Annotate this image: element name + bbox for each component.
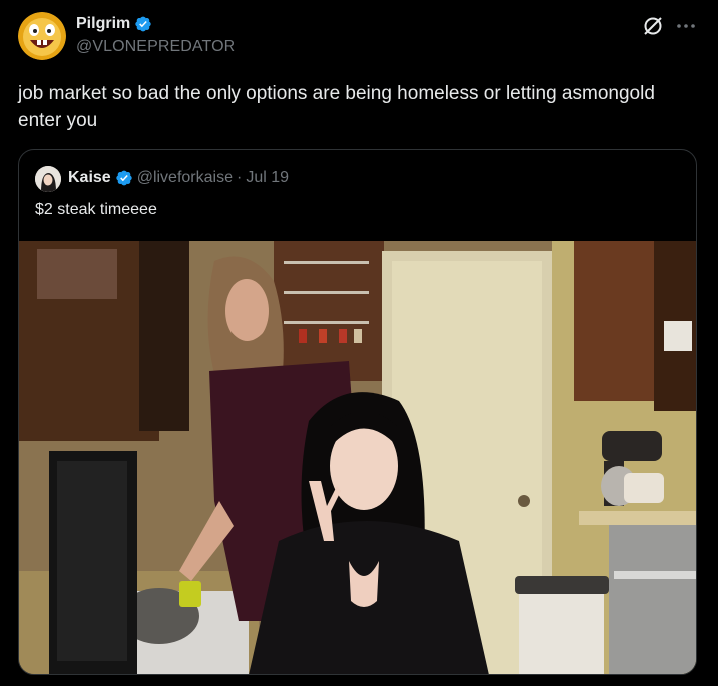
quoted-separator: ·: [236, 169, 243, 186]
quoted-author-handle[interactable]: @liveforkaise: [137, 169, 233, 187]
quoted-date[interactable]: Jul 19: [246, 169, 289, 187]
author-name-row[interactable]: Pilgrim: [76, 15, 152, 33]
verified-badge-icon: [135, 16, 151, 32]
quoted-media-image[interactable]: [19, 241, 696, 674]
grok-button[interactable]: [641, 14, 665, 38]
laughing-face-avatar-icon: [18, 12, 66, 60]
author-name[interactable]: Pilgrim: [76, 15, 130, 33]
more-options-icon: [677, 24, 695, 28]
quoted-text: $2 steak timeeee: [35, 201, 157, 218]
author-handle[interactable]: @VLONEPREDATOR: [76, 38, 235, 56]
quoted-post-card[interactable]: Kaise @liveforkaise · Jul 19 $2 steak ti…: [18, 149, 697, 675]
kitchen-photo-icon: [19, 241, 696, 674]
quoted-header: Kaise @liveforkaise · Jul 19: [68, 169, 289, 187]
quoted-author-avatar[interactable]: [35, 166, 61, 192]
grok-icon: [644, 17, 662, 35]
more-options-button[interactable]: [674, 14, 698, 38]
quoted-avatar-photo-icon: [35, 166, 61, 192]
author-avatar[interactable]: [18, 12, 66, 60]
quoted-verified-badge-icon: [116, 170, 132, 186]
post-container: Pilgrim @VLONEPREDATOR job market so bad…: [0, 0, 718, 686]
quoted-author-name[interactable]: Kaise: [68, 169, 111, 187]
post-text: job market so bad the only options are b…: [18, 83, 655, 131]
